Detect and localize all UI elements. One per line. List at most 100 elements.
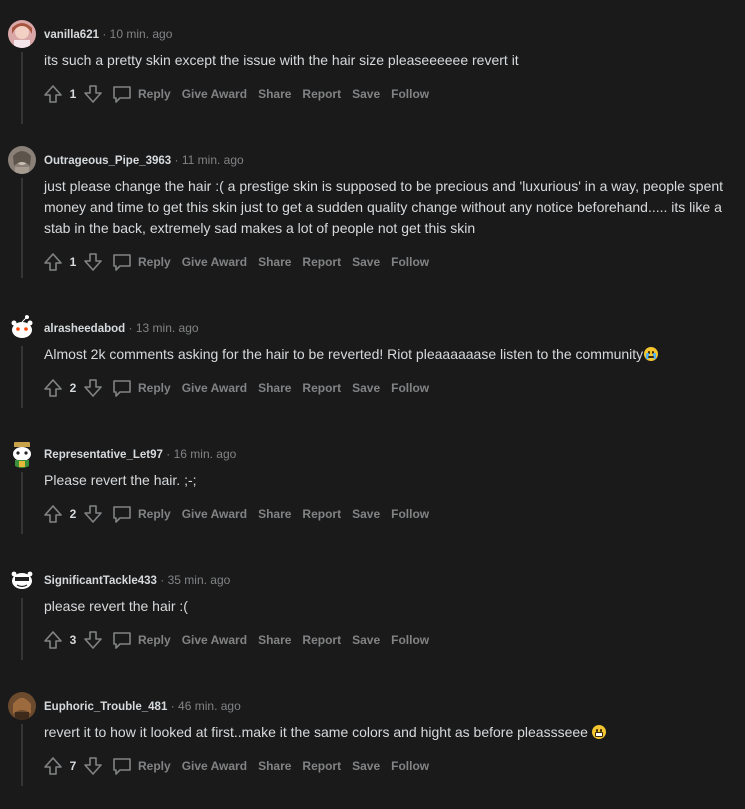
reply-button[interactable]: Reply bbox=[112, 253, 171, 271]
comment-bubble-icon bbox=[113, 254, 131, 271]
share-button[interactable]: Share bbox=[258, 759, 291, 773]
separator-dot: · bbox=[102, 27, 107, 41]
follow-button[interactable]: Follow bbox=[391, 255, 429, 269]
reply-button[interactable]: Reply bbox=[112, 505, 171, 523]
thread-line[interactable] bbox=[21, 178, 23, 278]
username[interactable]: alrasheedabod bbox=[44, 323, 125, 335]
avatar[interactable] bbox=[8, 20, 36, 48]
give-award-button[interactable]: Give Award bbox=[182, 633, 247, 647]
thread-line[interactable] bbox=[21, 346, 23, 408]
comment-text: its such a pretty skin except the issue … bbox=[44, 52, 519, 68]
crying-face-emoji bbox=[644, 347, 659, 361]
upvote-button[interactable] bbox=[42, 83, 64, 105]
snoo-avatar-icon bbox=[8, 566, 36, 594]
avatar[interactable] bbox=[8, 314, 36, 342]
comment-text: Please revert the hair. ;-; bbox=[44, 472, 197, 488]
downvote-button[interactable] bbox=[82, 251, 104, 273]
vote-score: 1 bbox=[69, 87, 77, 101]
avatar[interactable] bbox=[8, 692, 36, 720]
comment: Outrageous_Pipe_3963 · 11 min. ago just … bbox=[0, 146, 745, 286]
user-avatar-image bbox=[8, 692, 36, 720]
comment-body: just please change the hair :( a prestig… bbox=[44, 176, 734, 239]
report-button[interactable]: Report bbox=[302, 507, 341, 521]
give-award-button[interactable]: Give Award bbox=[182, 759, 247, 773]
thread-line[interactable] bbox=[21, 598, 23, 660]
share-button[interactable]: Share bbox=[258, 381, 291, 395]
snoo-avatar-icon bbox=[8, 440, 36, 468]
comment-text: Almost 2k comments asking for the hair t… bbox=[44, 346, 644, 362]
report-button[interactable]: Report bbox=[302, 633, 341, 647]
save-button[interactable]: Save bbox=[352, 507, 380, 521]
timestamp[interactable]: 13 min. ago bbox=[136, 321, 199, 335]
share-button[interactable]: Share bbox=[258, 633, 291, 647]
share-button[interactable]: Share bbox=[258, 507, 291, 521]
username[interactable]: vanilla621 bbox=[44, 29, 99, 41]
comment-actions: 1 Reply Give Award Share Report Save Fol… bbox=[42, 251, 429, 273]
downvote-button[interactable] bbox=[82, 755, 104, 777]
give-award-button[interactable]: Give Award bbox=[182, 255, 247, 269]
downvote-arrow-icon bbox=[84, 379, 102, 397]
share-button[interactable]: Share bbox=[258, 255, 291, 269]
give-award-button[interactable]: Give Award bbox=[182, 87, 247, 101]
comment-meta: Euphoric_Trouble_481 · 46 min. ago bbox=[44, 698, 241, 715]
timestamp[interactable]: 16 min. ago bbox=[174, 447, 237, 461]
give-award-button[interactable]: Give Award bbox=[182, 381, 247, 395]
thread-line[interactable] bbox=[21, 472, 23, 534]
save-button[interactable]: Save bbox=[352, 255, 380, 269]
avatar[interactable] bbox=[8, 566, 36, 594]
save-button[interactable]: Save bbox=[352, 759, 380, 773]
downvote-button[interactable] bbox=[82, 83, 104, 105]
comment-text: revert it to how it looked at first..mak… bbox=[44, 724, 588, 740]
comment-body: its such a pretty skin except the issue … bbox=[44, 50, 734, 71]
reply-button[interactable]: Reply bbox=[112, 631, 171, 649]
username[interactable]: Euphoric_Trouble_481 bbox=[44, 701, 167, 713]
upvote-button[interactable] bbox=[42, 503, 64, 525]
username[interactable]: SignificantTackle433 bbox=[44, 575, 157, 587]
downvote-button[interactable] bbox=[82, 629, 104, 651]
username[interactable]: Representative_Let97 bbox=[44, 449, 163, 461]
save-button[interactable]: Save bbox=[352, 381, 380, 395]
vote-score: 3 bbox=[69, 633, 77, 647]
timestamp[interactable]: 35 min. ago bbox=[168, 573, 231, 587]
downvote-button[interactable] bbox=[82, 503, 104, 525]
save-button[interactable]: Save bbox=[352, 87, 380, 101]
timestamp[interactable]: 10 min. ago bbox=[110, 27, 173, 41]
follow-button[interactable]: Follow bbox=[391, 759, 429, 773]
reply-button[interactable]: Reply bbox=[112, 379, 171, 397]
downvote-arrow-icon bbox=[84, 757, 102, 775]
comment-bubble-icon bbox=[113, 86, 131, 103]
follow-button[interactable]: Follow bbox=[391, 633, 429, 647]
thread-line[interactable] bbox=[21, 52, 23, 124]
follow-button[interactable]: Follow bbox=[391, 507, 429, 521]
follow-button[interactable]: Follow bbox=[391, 87, 429, 101]
reply-button[interactable]: Reply bbox=[112, 757, 171, 775]
follow-button[interactable]: Follow bbox=[391, 381, 429, 395]
report-button[interactable]: Report bbox=[302, 87, 341, 101]
reply-label: Reply bbox=[138, 255, 171, 269]
avatar[interactable] bbox=[8, 440, 36, 468]
comment-actions: 2 Reply Give Award Share Report Save Fol… bbox=[42, 503, 429, 525]
report-button[interactable]: Report bbox=[302, 381, 341, 395]
downvote-button[interactable] bbox=[82, 377, 104, 399]
report-button[interactable]: Report bbox=[302, 759, 341, 773]
comment-actions: 3 Reply Give Award Share Report Save Fol… bbox=[42, 629, 429, 651]
timestamp[interactable]: 46 min. ago bbox=[178, 699, 241, 713]
comment: Euphoric_Trouble_481 · 46 min. ago rever… bbox=[0, 692, 745, 802]
upvote-button[interactable] bbox=[42, 251, 64, 273]
reply-button[interactable]: Reply bbox=[112, 85, 171, 103]
user-avatar-image bbox=[8, 146, 36, 174]
upvote-button[interactable] bbox=[42, 755, 64, 777]
give-award-button[interactable]: Give Award bbox=[182, 507, 247, 521]
thread-line[interactable] bbox=[21, 724, 23, 786]
comment-text: just please change the hair :( a prestig… bbox=[44, 178, 724, 236]
save-button[interactable]: Save bbox=[352, 633, 380, 647]
username[interactable]: Outrageous_Pipe_3963 bbox=[44, 155, 171, 167]
comment-actions: 1 Reply Give Award Share Report Save Fol… bbox=[42, 83, 429, 105]
share-button[interactable]: Share bbox=[258, 87, 291, 101]
downvote-arrow-icon bbox=[84, 253, 102, 271]
timestamp[interactable]: 11 min. ago bbox=[182, 153, 244, 167]
upvote-button[interactable] bbox=[42, 377, 64, 399]
report-button[interactable]: Report bbox=[302, 255, 341, 269]
upvote-button[interactable] bbox=[42, 629, 64, 651]
avatar[interactable] bbox=[8, 146, 36, 174]
